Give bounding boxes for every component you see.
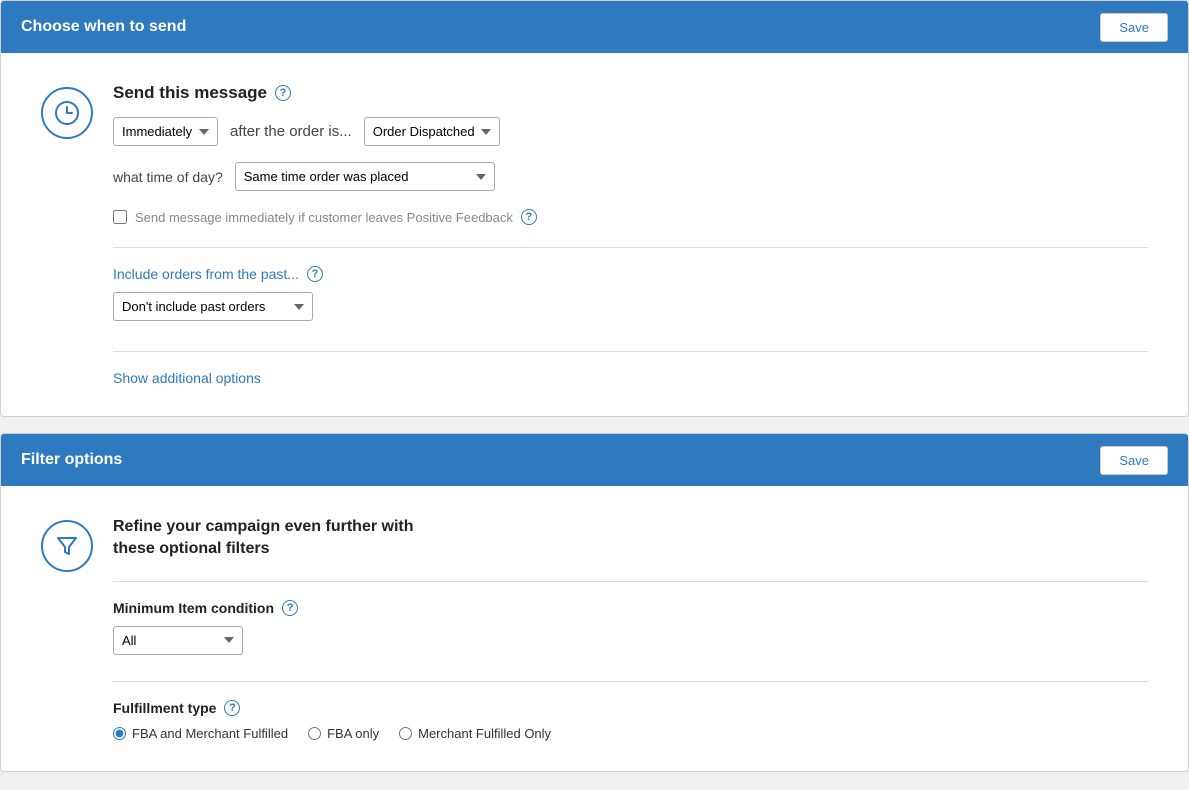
choose-when-body: Send this message ? Immediately 1 day 2 … xyxy=(1,53,1188,416)
filter-options-section: Filter options Save Refine your campaign… xyxy=(0,433,1189,772)
merchant-fulfilled-radio[interactable] xyxy=(399,727,412,740)
choose-when-title: Choose when to send xyxy=(21,18,186,36)
minimum-condition-label-row: Minimum Item condition ? xyxy=(113,600,1148,616)
what-time-select[interactable]: Same time order was placed Morning (8am)… xyxy=(235,162,495,191)
positive-feedback-checkbox[interactable] xyxy=(113,210,127,224)
filter-content: Refine your campaign even further withth… xyxy=(113,516,1148,741)
send-title-row: Send this message ? xyxy=(113,83,1148,103)
what-time-label: what time of day? xyxy=(113,169,223,185)
minimum-condition-select[interactable]: All New Like New Very Good Good Acceptab… xyxy=(113,626,243,655)
filter-options-header: Filter options Save xyxy=(1,434,1188,486)
timing-select[interactable]: Immediately 1 day 2 days 3 days 5 days 7… xyxy=(113,117,218,146)
positive-feedback-help-icon[interactable]: ? xyxy=(521,209,537,225)
choose-when-header: Choose when to send Save xyxy=(1,1,1188,53)
send-title: Send this message xyxy=(113,83,267,103)
filter-options-body: Refine your campaign even further withth… xyxy=(1,486,1188,771)
order-status-select[interactable]: Order Dispatched Order Delivered Order P… xyxy=(364,117,500,146)
choose-when-section: Choose when to send Save Send this messa… xyxy=(0,0,1189,417)
fba-and-merchant-option[interactable]: FBA and Merchant Fulfilled xyxy=(113,726,288,741)
funnel-svg-icon xyxy=(54,533,80,559)
include-orders-label-row: Include orders from the past... ? xyxy=(113,266,1148,282)
filter-options-save-button[interactable]: Save xyxy=(1100,446,1168,475)
filter-divider-1 xyxy=(113,581,1148,582)
minimum-condition-help-icon[interactable]: ? xyxy=(282,600,298,616)
filter-divider-2 xyxy=(113,681,1148,682)
fba-and-merchant-label: FBA and Merchant Fulfilled xyxy=(132,726,288,741)
divider-1 xyxy=(113,247,1148,248)
send-message-help-icon[interactable]: ? xyxy=(275,85,291,101)
past-orders-select[interactable]: Don't include past orders Past 7 days Pa… xyxy=(113,292,313,321)
timing-row: Immediately 1 day 2 days 3 days 5 days 7… xyxy=(113,117,1148,146)
fulfillment-type-options: FBA and Merchant Fulfilled FBA only Merc… xyxy=(113,726,1148,741)
merchant-fulfilled-option[interactable]: Merchant Fulfilled Only xyxy=(399,726,551,741)
funnel-icon xyxy=(41,520,93,572)
fulfillment-type-help-icon[interactable]: ? xyxy=(224,700,240,716)
include-orders-help-icon[interactable]: ? xyxy=(307,266,323,282)
filter-section: Refine your campaign even further withth… xyxy=(41,516,1148,741)
after-text: after the order is... xyxy=(230,123,352,140)
choose-when-save-button[interactable]: Save xyxy=(1100,13,1168,42)
show-additional-link[interactable]: Show additional options xyxy=(113,370,261,386)
clock-icon xyxy=(41,87,93,139)
positive-feedback-label[interactable]: Send message immediately if customer lea… xyxy=(135,210,513,225)
fba-only-radio[interactable] xyxy=(308,727,321,740)
filter-options-title: Filter options xyxy=(21,451,122,469)
include-orders-text: Include orders from the past... xyxy=(113,266,299,282)
send-content: Send this message ? Immediately 1 day 2 … xyxy=(113,83,1148,386)
fulfillment-type-label-row: Fulfillment type ? xyxy=(113,700,1148,716)
fulfillment-type-label: Fulfillment type xyxy=(113,700,216,716)
fba-only-option[interactable]: FBA only xyxy=(308,726,379,741)
send-section: Send this message ? Immediately 1 day 2 … xyxy=(41,83,1148,386)
merchant-fulfilled-label: Merchant Fulfilled Only xyxy=(418,726,551,741)
what-time-row: what time of day? Same time order was pl… xyxy=(113,162,1148,191)
positive-feedback-checkbox-row: Send message immediately if customer lea… xyxy=(113,209,1148,225)
fba-only-label: FBA only xyxy=(327,726,379,741)
clock-svg-icon xyxy=(53,99,81,127)
fba-and-merchant-radio[interactable] xyxy=(113,727,126,740)
refine-text: Refine your campaign even further withth… xyxy=(113,516,1148,561)
divider-2 xyxy=(113,351,1148,352)
minimum-condition-label: Minimum Item condition xyxy=(113,600,274,616)
